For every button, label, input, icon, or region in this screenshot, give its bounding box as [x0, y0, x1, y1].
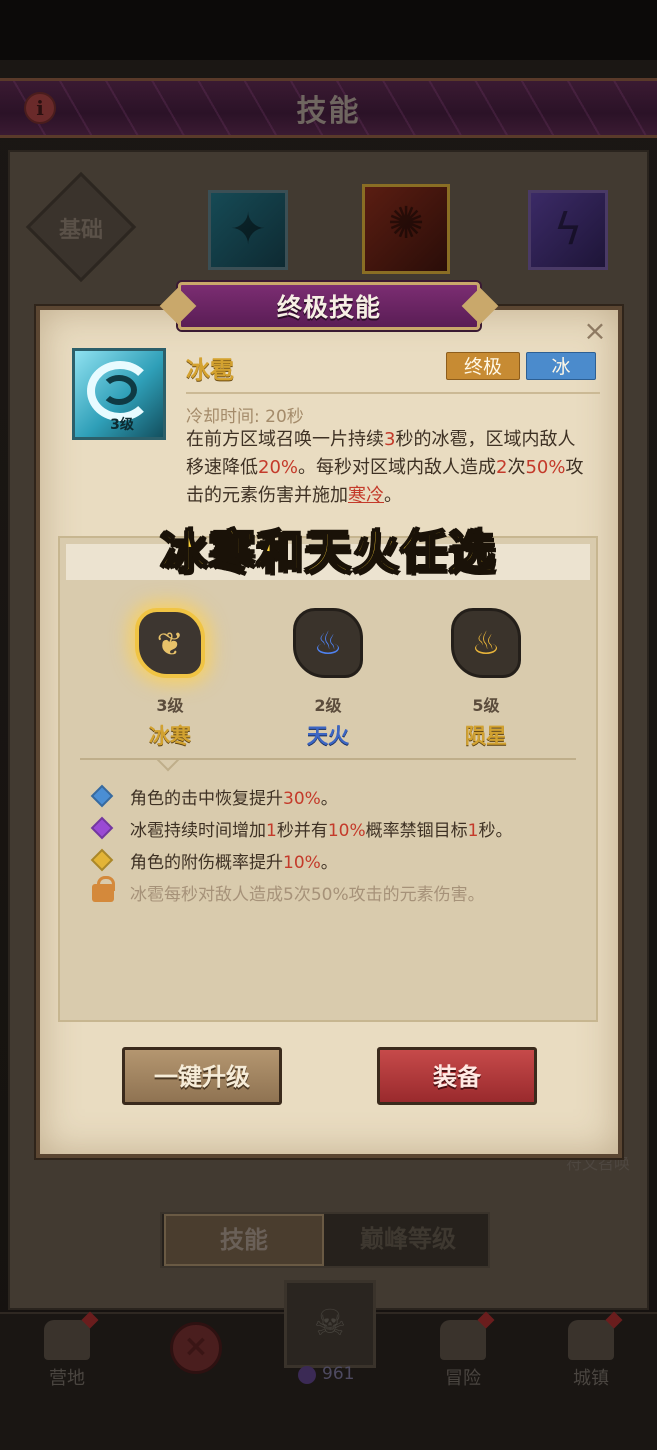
skill-name: 冰雹 [186, 356, 234, 384]
branch-name: 陨星 [465, 724, 507, 748]
branch-name: 冰寒 [149, 724, 191, 748]
tent-icon [44, 1311, 99, 1360]
branch-option-frost[interactable]: ❦ 3级 冰寒 [120, 608, 220, 750]
overlay-caption: 冰寒和天火任选 [160, 524, 497, 580]
branch-option-skyfire[interactable]: ♨ 2级 天火 [278, 608, 378, 750]
branch-stone: ❦ [135, 608, 205, 678]
tag-element-ice: 冰 [526, 352, 596, 380]
skill-description: 在前方区域召唤一片持续3秒的冰雹，区域内敌人移速降低20%。每秒对区域内敌人造成… [186, 429, 584, 506]
leaf-icon: ❦ [156, 625, 184, 663]
divider [80, 758, 576, 760]
branch-name: 天火 [307, 724, 349, 748]
effect-text: 角色的附伤概率提升10%。 [130, 853, 338, 873]
page-title: 技能 [296, 94, 361, 129]
nav-town-label: 城镇 [573, 1368, 609, 1389]
status-link-chill[interactable]: 寒冷 [348, 485, 384, 506]
skill-level-tag: 3级 [110, 417, 134, 433]
gem-icon [298, 1366, 316, 1384]
gem-count: 961 [322, 1364, 355, 1384]
branch-stone: ♨ [451, 608, 521, 678]
effect-text: 冰雹持续时间增加1秒并有10%概率禁锢目标1秒。 [130, 821, 513, 841]
lock-icon [92, 876, 115, 902]
fire-swirl-icon: ✺ [387, 198, 425, 249]
close-icon[interactable]: × [580, 316, 610, 346]
modal-title: 终极技能 [276, 293, 381, 322]
branch-level: 3级 [156, 696, 184, 715]
purple-diamond-icon [90, 816, 114, 840]
branch-stone: ♨ [293, 608, 363, 678]
nav-town[interactable]: 城镇 [536, 1311, 646, 1390]
tab-thunder-skill[interactable]: ϟ [528, 190, 608, 270]
gold-flame-icon: ♨ [471, 624, 501, 662]
effect-item: 角色的击中恢复提升30%。 [90, 782, 590, 810]
tab-fire-skill[interactable]: ✺ [362, 184, 450, 274]
gold-diamond-icon [90, 848, 114, 872]
tab-basic-label: 基础 [58, 218, 103, 243]
nav-center-hub[interactable]: ☠ [284, 1280, 376, 1368]
tab-skills[interactable]: 技能 [164, 1214, 324, 1266]
blue-diamond-icon [90, 784, 114, 808]
effect-text: 角色的击中恢复提升30%。 [130, 789, 338, 809]
tag-ultimate: 终极 [446, 352, 520, 380]
effect-item: 角色的附伤概率提升10%。 [90, 846, 590, 874]
one-click-upgrade-button[interactable]: 一键升级 [122, 1047, 282, 1105]
skull-icon: ☠ [313, 1303, 347, 1344]
cooldown-text: 冷却时间: 20秒 [186, 407, 304, 427]
castle-icon [568, 1311, 623, 1360]
nav-adventure[interactable]: 冒险 [408, 1311, 518, 1390]
nav-camp-label: 营地 [49, 1368, 85, 1389]
tab-ice-skill[interactable]: ✦ [208, 190, 288, 270]
info-button[interactable]: i [24, 92, 56, 124]
branch-level: 2级 [314, 696, 342, 715]
divider [186, 392, 600, 394]
close-icon[interactable]: × [170, 1322, 222, 1374]
map-icon [440, 1311, 495, 1360]
trident-icon: ✦ [229, 204, 267, 255]
effect-item: 冰雹持续时间增加1秒并有10%概率禁锢目标1秒。 [90, 814, 590, 842]
branch-level: 5级 [472, 696, 500, 715]
nav-adventure-label: 冒险 [445, 1368, 481, 1389]
branch-option-meteor[interactable]: ♨ 5级 陨星 [436, 608, 536, 750]
lightning-icon: ϟ [553, 204, 583, 255]
equip-button[interactable]: 装备 [377, 1047, 537, 1105]
tab-peak-level[interactable]: 巅峰等级 [330, 1214, 486, 1266]
effect-item-locked: 冰雹每秒对敌人造成5次50%攻击的元素伤害。 [90, 876, 590, 906]
nav-camp[interactable]: 营地 [12, 1311, 122, 1390]
effect-text: 冰雹每秒对敌人造成5次50%攻击的元素伤害。 [130, 885, 485, 905]
blue-flame-icon: ♨ [313, 624, 343, 662]
